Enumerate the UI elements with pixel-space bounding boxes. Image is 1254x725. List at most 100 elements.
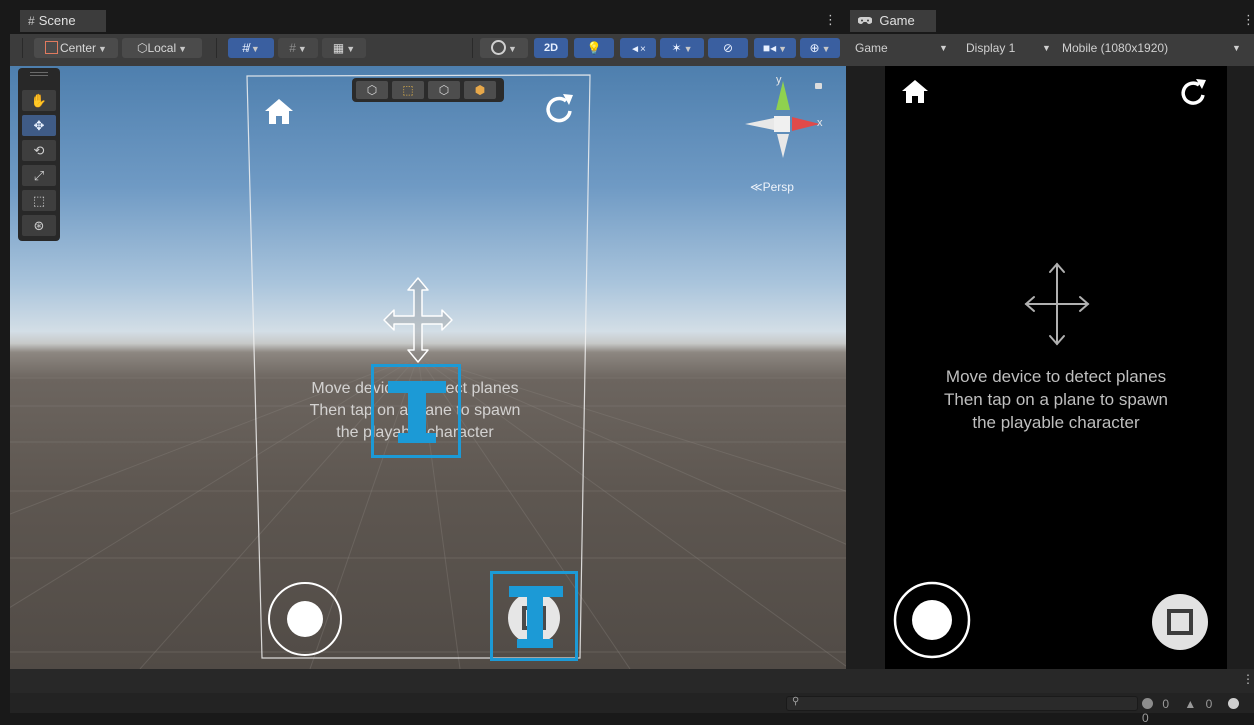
pivot-rotation-label: Local	[147, 41, 177, 55]
gizmos-globe-icon: ⊕	[809, 41, 820, 55]
game-tabbar: Game	[846, 10, 1254, 32]
rect-tool-icon[interactable]: ⬚	[22, 190, 56, 211]
console-menu-icon[interactable]: ⋮	[1242, 672, 1254, 686]
camera-icon: ■◂	[762, 41, 777, 55]
transform-tools-palette: ✋ ✥ ⟲ ⤢ ⬚ ⊛	[18, 68, 60, 241]
pivot-center-icon	[45, 41, 59, 54]
game-stop-button[interactable]	[1150, 592, 1210, 652]
hidden-eye-icon: ⊘	[722, 41, 734, 55]
lightbulb-icon: 💡	[586, 41, 602, 55]
button-text-selection[interactable]	[490, 571, 578, 661]
2d-toggle-button[interactable]: 2D	[534, 38, 568, 58]
increment-snap-button[interactable]: # ▼	[278, 38, 318, 58]
text-object-selection[interactable]	[371, 364, 461, 458]
scene-joystick-button[interactable]	[266, 580, 344, 658]
projection-label[interactable]: ≪Persp	[750, 180, 794, 194]
hash-icon: #	[28, 14, 35, 28]
chevron-down-icon: ▼	[1232, 43, 1241, 53]
grid-snap-button[interactable]: #̸ ▼	[228, 38, 274, 58]
game-joystick-button[interactable]	[892, 580, 972, 660]
info-icon	[1142, 698, 1153, 709]
rotate-tool-icon[interactable]: ⟲	[22, 140, 56, 161]
game-view-label: Game	[855, 41, 888, 55]
cube-panel-icon[interactable]: ⬡	[428, 81, 460, 99]
text-gizmo-icon	[509, 586, 563, 648]
console-counts: 0 ▲ 0 0	[1142, 697, 1254, 725]
gizmo-y-label: y	[776, 74, 782, 86]
text-gizmo-icon	[388, 381, 446, 443]
instruction-line-2: Then tap on a plane to spawn	[944, 390, 1168, 409]
gamepad-icon	[857, 14, 875, 28]
chevron-down-icon: ▼	[939, 43, 948, 53]
instruction-line-1: Move device to detect planes	[945, 367, 1167, 386]
console-search-input[interactable]: ⚲	[786, 696, 1138, 711]
grid-visibility-button[interactable]: ▦ ▼	[322, 38, 366, 58]
home-icon[interactable]	[900, 78, 930, 106]
chevron-down-icon: ▼	[98, 44, 107, 54]
chevron-down-icon: ▼	[683, 44, 693, 54]
pivot-rotation-dropdown[interactable]: ⬡Local ▼	[122, 38, 202, 58]
transform-tool-icon[interactable]: ⊛	[22, 215, 56, 236]
orientation-gizmo[interactable]	[738, 76, 828, 166]
lighting-toggle-button[interactable]: 💡	[574, 38, 614, 58]
grid-icon: ▦	[332, 41, 345, 55]
toolbar-separator	[216, 38, 217, 58]
home-icon[interactable]	[262, 96, 296, 126]
warning-count[interactable]: ▲ 0	[1184, 697, 1218, 711]
move-tool-icon[interactable]: ✥	[22, 115, 56, 136]
move-arrows-icon	[1024, 262, 1090, 346]
grid-snap-icon: #̸	[242, 41, 249, 55]
drag-handle-icon[interactable]	[30, 72, 48, 76]
gizmo-x-label: x	[817, 117, 823, 129]
colored-cube-icon[interactable]: ⬢	[464, 81, 496, 99]
display-label: Display 1	[966, 41, 1016, 55]
error-count-value: 0	[1142, 711, 1149, 725]
refresh-icon[interactable]	[542, 92, 576, 126]
info-count-value: 0	[1162, 697, 1170, 711]
camera-settings-button[interactable]: ■◂ ▼	[754, 38, 796, 58]
scene-tabbar: # Scene	[0, 10, 846, 32]
audio-toggle-button[interactable]: ◄×	[620, 38, 656, 58]
search-icon: ⚲	[792, 696, 800, 707]
shading-sphere-icon	[491, 40, 507, 55]
chevron-down-icon: ▼	[1042, 43, 1051, 53]
rect-panel-icon[interactable]: ⬚	[392, 81, 424, 99]
pivot-mode-dropdown[interactable]: Center ▼	[34, 38, 118, 58]
game-instruction-text: Move device to detect planes Then tap on…	[885, 365, 1227, 434]
scale-tool-icon[interactable]: ⤢	[22, 165, 56, 186]
local-cube-icon: ⬡	[136, 41, 148, 55]
effects-button[interactable]: ✶ ▼	[660, 38, 704, 58]
game-view-dropdown[interactable]: Game ▼	[855, 38, 951, 58]
gizmos-button[interactable]: ⊕ ▼	[800, 38, 840, 58]
game-tab[interactable]: Game	[850, 10, 936, 32]
game-tab-label: Game	[879, 13, 915, 28]
overlay-toolbar: ⬡ ⬚ ⬡ ⬢	[352, 78, 504, 102]
instruction-line-3: the playable character	[972, 413, 1140, 432]
move-arrows-icon	[383, 277, 453, 363]
hand-tool-icon[interactable]: ✋	[22, 90, 56, 111]
scene-menu-icon[interactable]: ⋮	[824, 12, 837, 28]
resolution-dropdown[interactable]: Mobile (1080x1920) ▼	[1062, 38, 1246, 58]
hidden-objects-button[interactable]: ⊘	[708, 38, 748, 58]
chevron-down-icon: ▼	[297, 44, 307, 54]
warning-icon: ▲	[1184, 697, 1197, 711]
warning-count-value: 0	[1205, 697, 1213, 711]
effects-icon: ✶	[671, 41, 682, 55]
scene-tab-label: Scene	[38, 13, 76, 28]
toolbar-separator	[472, 38, 473, 58]
resolution-label: Mobile (1080x1920)	[1062, 41, 1169, 55]
chevron-down-icon: ▼	[346, 44, 356, 54]
image-panel-icon[interactable]: ⬡	[356, 81, 388, 99]
draw-mode-button[interactable]: ▼	[480, 38, 528, 58]
display-dropdown[interactable]: Display 1 ▼	[966, 38, 1056, 58]
lock-icon[interactable]	[815, 83, 822, 89]
refresh-icon[interactable]	[1178, 78, 1208, 108]
audio-icon: ◄×	[630, 44, 646, 55]
chevron-down-icon: ▼	[821, 44, 831, 54]
game-menu-icon[interactable]: ⋮	[1242, 12, 1254, 28]
chevron-down-icon: ▼	[250, 44, 260, 54]
toolbar-separator	[22, 38, 23, 58]
info-count[interactable]: 0	[1142, 697, 1175, 711]
scene-tab[interactable]: # Scene	[20, 10, 106, 32]
chevron-down-icon: ▼	[508, 44, 517, 54]
